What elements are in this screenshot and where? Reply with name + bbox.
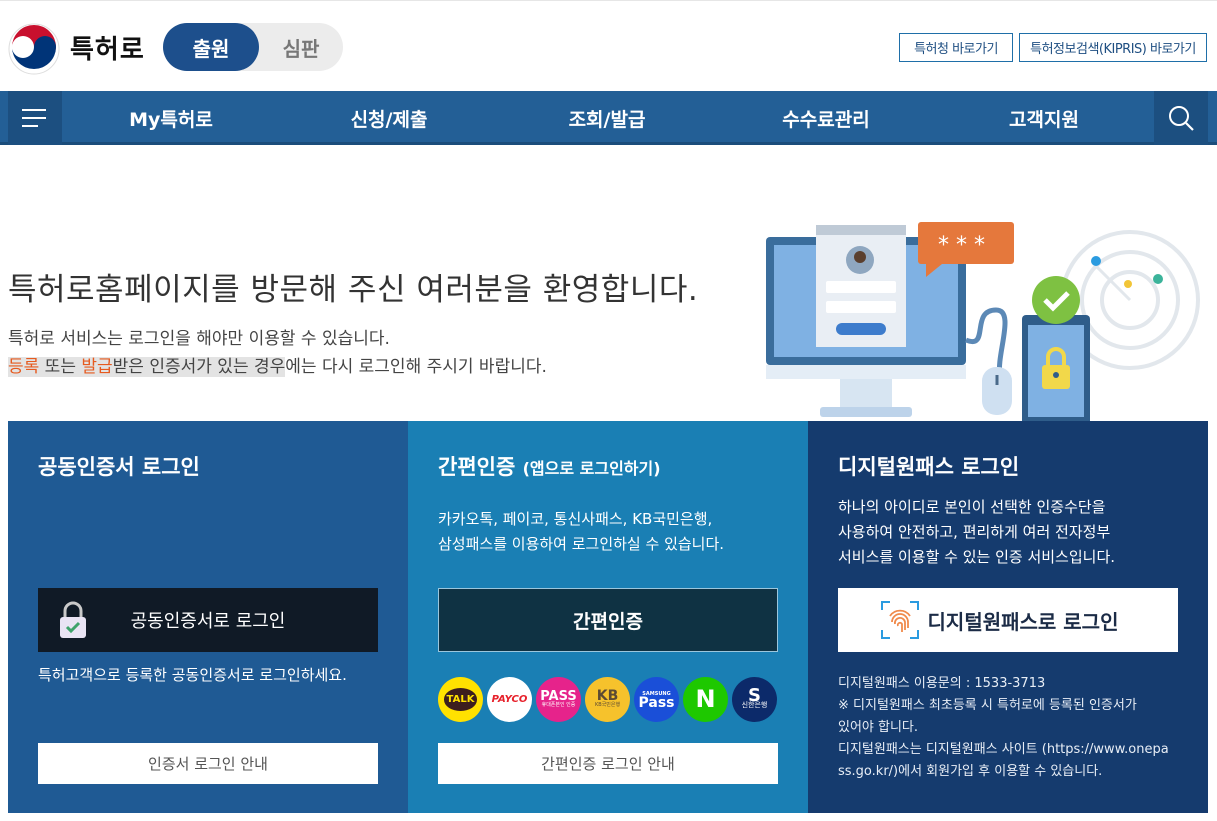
pass-icon[interactable]: PASS 휴대폰본인 인증 (536, 677, 581, 722)
search-icon (1169, 106, 1194, 131)
digital-onepass-desc-1: 하나의 아이디로 본인이 선택한 인증수단을 (838, 498, 1106, 516)
welcome-title: 특허로홈페이지를 방문해 주신 여러분을 환영합니다. (8, 272, 699, 308)
simple-auth-title: 간편인증 (앱으로 로그인하기) (438, 455, 661, 479)
kipo-link-button[interactable]: 특허청 바로가기 (899, 33, 1013, 62)
toggle-application[interactable]: 출원 (163, 23, 259, 71)
menu-button[interactable] (8, 91, 62, 145)
digital-onepass-desc-3: 서비스를 이용할 수 있는 인증 서비스입니다. (838, 548, 1116, 566)
cert-login-title: 공동인증서 로그인 (38, 455, 200, 479)
digital-onepass-title: 디지털원패스 로그인 (838, 455, 1020, 479)
onepass-contact: 디지털원패스 이용문의 : 1533-3713 (838, 676, 1046, 691)
cert-login-desc: 특허고객으로 등록한 공동인증서로 로그인하세요. (38, 666, 347, 684)
simple-auth-desc-1: 카카오톡, 페이코, 통신사패스, KB국민은행, (438, 510, 713, 528)
simple-auth-app-list: TALK PAYCO PASS 휴대폰본인 인증 KB KB국민은행 SAMSU… (438, 677, 777, 722)
taegeuk-logo[interactable] (8, 23, 60, 75)
fingerprint-icon (881, 601, 919, 639)
digital-onepass-desc-2: 사용하여 안전하고, 편리하게 여러 전자정부 (838, 523, 1111, 541)
welcome-text-1: 특허로 서비스는 로그인을 해야만 이용할 수 있습니다. (8, 329, 390, 349)
nav-item-inquiry[interactable]: 조회/발급 (517, 91, 697, 145)
lock-icon (60, 601, 86, 638)
digital-onepass-notes: 디지털원패스 이용문의 : 1533-3713 ※ 디지털원패스 최초등록 시 … (838, 673, 1169, 783)
nav-item-mypage[interactable]: My특허로 (81, 91, 261, 145)
digital-onepass-login-label: 디지털원패스로 로그인 (927, 609, 1119, 634)
nav-item-support[interactable]: 고객지원 (954, 91, 1134, 145)
nav-item-fees[interactable]: 수수료관리 (736, 91, 916, 145)
cert-login-button[interactable]: 공동인증서로 로그인 (38, 588, 378, 652)
cert-login-guide-button[interactable]: 인증서 로그인 안내 (38, 743, 378, 784)
simple-auth-guide-button[interactable]: 간편인증 로그인 안내 (438, 743, 778, 784)
nav-item-apply[interactable]: 신청/제출 (299, 91, 479, 145)
onepass-note-registration: ※ 디지털원패스 최초등록 시 특허로에 등록된 인증서가 (838, 698, 1137, 713)
top-header: 특허로 출원 심판 특허청 바로가기 특허정보검색(KIPRIS) 바로가기 (0, 0, 1217, 91)
welcome-text-2: 등록 또는 발급받은 인증서가 있는 경우에는 다시 로그인해 주시기 바랍니다… (8, 357, 547, 377)
shinhan-bank-icon[interactable]: S 신한은행 (732, 677, 777, 722)
kb-bank-icon[interactable]: KB KB국민은행 (585, 677, 630, 722)
simple-auth-desc-2: 삼성패스를 이용하여 로그인하실 수 있습니다. (438, 535, 725, 553)
kakaotalk-icon[interactable]: TALK (438, 677, 483, 722)
onepass-note-site-cont: ss.go.kr/)에서 회원가입 후 이용할 수 있습니다. (838, 764, 1103, 779)
naver-icon[interactable]: N (683, 677, 728, 722)
samsung-pass-icon[interactable]: SAMSUNG Pass (634, 677, 679, 722)
cert-login-button-label: 공동인증서로 로그인 (130, 611, 286, 632)
toggle-trial[interactable]: 심판 (259, 23, 343, 71)
simple-auth-button[interactable]: 간편인증 (438, 588, 778, 652)
brand-name[interactable]: 특허로 (70, 29, 145, 66)
digital-onepass-login-button[interactable]: 디지털원패스로 로그인 (838, 588, 1178, 652)
kipris-link-button[interactable]: 특허정보검색(KIPRIS) 바로가기 (1019, 33, 1207, 62)
cert-login-panel: 공동인증서 로그인 공동인증서로 로그인 특허고객으로 등록한 공동인증서로 로… (8, 421, 408, 813)
payco-icon[interactable]: PAYCO (487, 677, 532, 722)
svg-text:* * *: * * * (938, 233, 985, 258)
onepass-note-registration-cont: 있어야 합니다. (838, 720, 919, 735)
onepass-note-site: 디지털원패스는 디지털원패스 사이트 (https://www.onepa (838, 742, 1169, 757)
login-illustration: * * * (766, 222, 1200, 425)
mode-toggle[interactable]: 출원 심판 (163, 23, 343, 71)
main-nav: My특허로 신청/제출 조회/발급 수수료관리 고객지원 (0, 91, 1217, 145)
hamburger-icon (22, 109, 46, 127)
search-button[interactable] (1154, 91, 1208, 145)
simple-auth-panel: 간편인증 (앱으로 로그인하기) 카카오톡, 페이코, 통신사패스, KB국민은… (408, 421, 808, 813)
digital-onepass-panel: 디지털원패스 로그인 하나의 아이디로 본인이 선택한 인증수단을 사용하여 안… (808, 421, 1208, 813)
